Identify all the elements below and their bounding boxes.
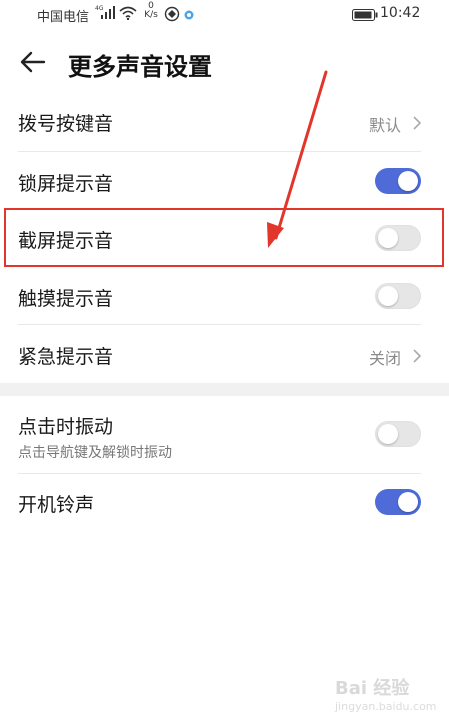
setting-label: 点击时振动 [18, 416, 114, 438]
touch-sound-toggle[interactable] [375, 283, 421, 309]
back-arrow-icon[interactable] [18, 48, 48, 76]
setting-label: 锁屏提示音 [18, 173, 114, 195]
chevron-right-icon [413, 115, 422, 130]
setting-value: 关闭 [368, 349, 401, 368]
carrier-name: 中国电信 [37, 10, 90, 25]
status-bar: 中国电信 4G 0 K/s 10:42 [0, 0, 449, 30]
boot-ringtone-toggle[interactable] [375, 489, 421, 515]
setting-label: 触摸提示音 [18, 288, 114, 310]
watermark-url: jingyan.baidu.com [335, 700, 437, 713]
app-notification-icon [184, 9, 194, 24]
toggle-knob [378, 286, 398, 306]
lock-screen-sound-toggle[interactable] [375, 168, 421, 194]
setting-row-lock-screen-sound: 锁屏提示音 [18, 152, 421, 209]
setting-label: 紧急提示音 [18, 346, 114, 368]
section-divider [0, 383, 449, 396]
page-title: 更多声音设置 [68, 53, 212, 81]
speed-unit: K/s [144, 10, 158, 20]
network-speed: 0 K/s [142, 2, 160, 20]
setting-sublabel: 点击导航键及解锁时振动 [18, 445, 172, 461]
setting-row-tap-vibration: 点击时振动 点击导航键及解锁时振动 [18, 396, 421, 474]
wifi-icon [119, 6, 137, 24]
svg-text:4G: 4G [95, 5, 104, 12]
setting-row-touch-sound: 触摸提示音 [18, 267, 421, 325]
app-bar: 更多声音设置 [0, 38, 449, 86]
status-time: 10:42 [380, 5, 421, 21]
watermark-logo: Bai 经验 [335, 678, 410, 699]
setting-row-dial-tone[interactable]: 拨号按键音 默认 [18, 94, 422, 152]
setting-label: 拨号按键音 [18, 113, 114, 135]
setting-label: 开机铃声 [18, 494, 95, 516]
toggle-knob [378, 424, 398, 444]
setting-value: 默认 [368, 116, 401, 135]
tap-vibration-toggle[interactable] [375, 421, 421, 447]
battery-icon [352, 9, 378, 25]
setting-row-boot-ringtone: 开机铃声 [18, 474, 421, 530]
chevron-right-icon [413, 348, 422, 363]
toggle-knob [398, 492, 418, 512]
toggle-knob [398, 171, 418, 191]
annotation-highlight-box [4, 208, 444, 267]
setting-row-emergency-sound[interactable]: 紧急提示音 关闭 [18, 325, 422, 383]
vpn-icon [164, 6, 180, 26]
signal-icon: 4G [95, 4, 115, 24]
